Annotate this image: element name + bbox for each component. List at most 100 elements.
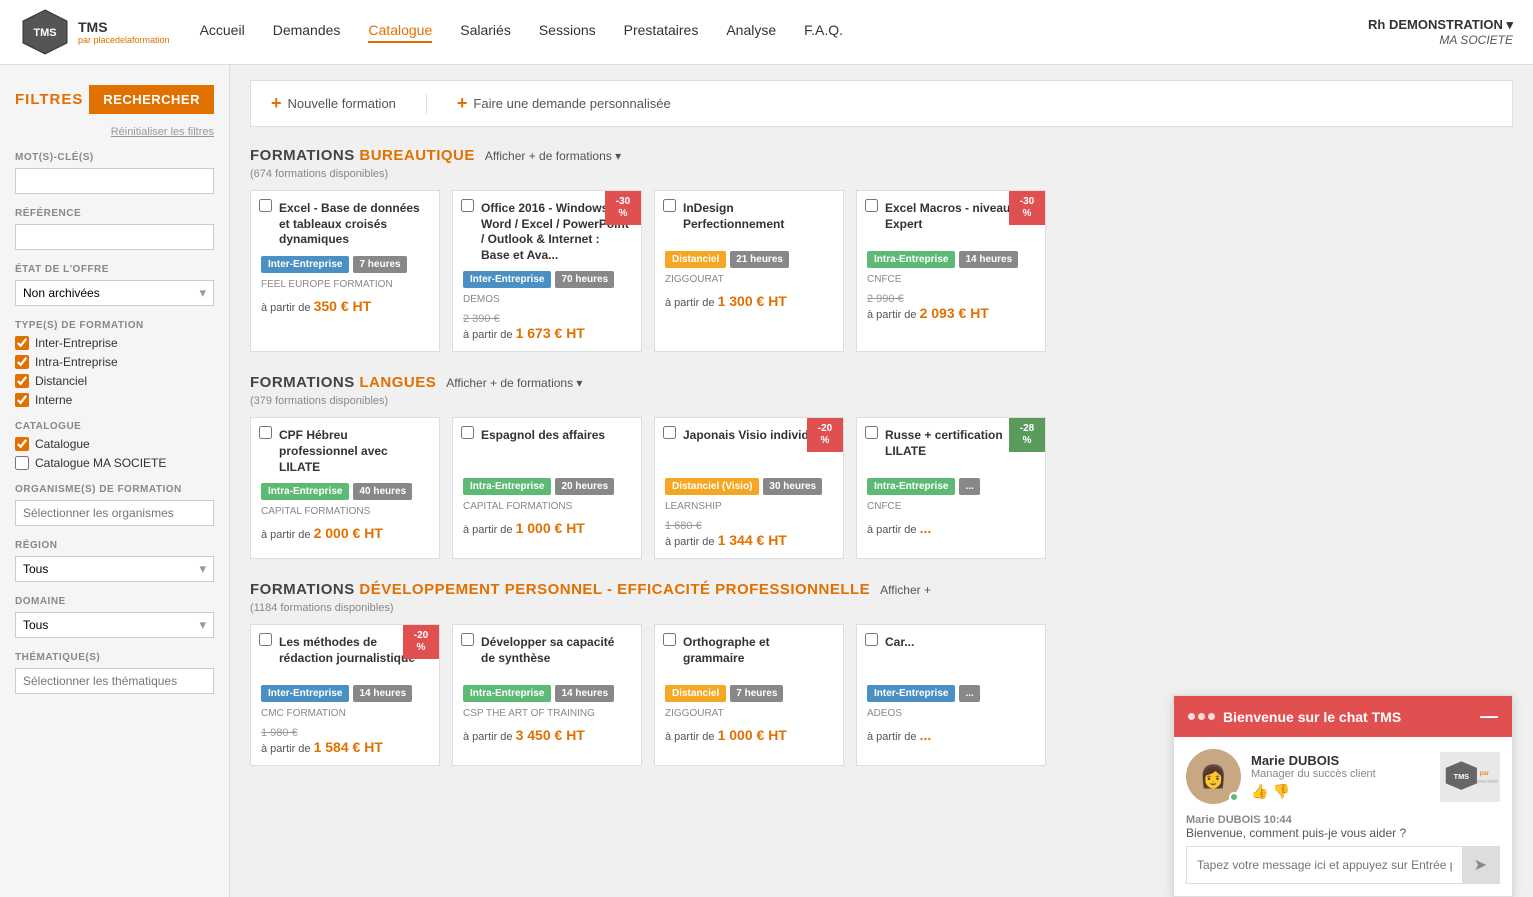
nav-sessions[interactable]: Sessions — [539, 22, 596, 43]
type-interne-checkbox[interactable] — [15, 393, 29, 407]
reference-label: RÉFÉRENCE — [15, 208, 214, 219]
chat-dot-3 — [1208, 713, 1215, 720]
card-indesign-title: InDesign Perfectionnement — [683, 201, 833, 243]
card-indesign-checkbox[interactable] — [663, 199, 676, 212]
card-synthese-badges: Intra-Entreprise 14 heures — [463, 685, 631, 702]
card-redaction-checkbox[interactable] — [259, 633, 272, 646]
region-select[interactable]: Tous — [15, 556, 214, 582]
card-orthographe-checkbox[interactable] — [663, 633, 676, 646]
nav-faq[interactable]: F.A.Q. — [804, 22, 843, 43]
card-provider: CNFCE — [867, 274, 1035, 285]
card-price: à partir de 3 450 € HT — [463, 727, 631, 743]
agent-role: Manager du succès client — [1251, 768, 1430, 780]
chat-input-row[interactable]: ➤ — [1186, 846, 1500, 884]
card-hebreu-checkbox[interactable] — [259, 426, 272, 439]
cat-catalogue-checkbox[interactable] — [15, 437, 29, 451]
card-excel-base-title: Excel - Base de données et tableaux croi… — [279, 201, 429, 248]
badge-hours: ... — [959, 685, 979, 702]
card-excel-macros[interactable]: -30% Excel Macros - niveau Expert Intra-… — [856, 190, 1046, 352]
card-synthese-title: Développer sa capacité de synthèse — [481, 635, 631, 677]
thumbs-up-icon[interactable]: 👍 — [1251, 783, 1268, 800]
thumbs-down-icon[interactable]: 👎 — [1272, 783, 1289, 800]
card-orthographe[interactable]: Orthographe et grammaire Distanciel 7 he… — [654, 624, 844, 766]
organismes-input[interactable] — [15, 500, 214, 526]
chat-dot-1 — [1188, 713, 1195, 720]
nav-prestataires[interactable]: Prestataires — [624, 22, 699, 43]
langues-count: (379 formations disponibles) — [250, 395, 1513, 407]
nouvelle-label: Nouvelle formation — [288, 96, 396, 111]
rechercher-button[interactable]: RECHERCHER — [89, 85, 214, 114]
reset-filters-link[interactable]: Réinitialiser les filtres — [15, 126, 214, 138]
card-indesign[interactable]: InDesign Perfectionnement Distanciel 21 … — [654, 190, 844, 352]
langues-more-link[interactable]: Afficher + de formations ▾ — [446, 376, 582, 390]
cat-masociete[interactable]: Catalogue MA SOCIETE — [15, 456, 214, 470]
card-provider: LEARNSHIP — [665, 501, 833, 512]
card-synthese[interactable]: Développer sa capacité de synthèse Intra… — [452, 624, 642, 766]
svg-text:TMS: TMS — [33, 27, 56, 39]
nav-analyse[interactable]: Analyse — [726, 22, 776, 43]
card-provider: CAPITAL FORMATIONS — [463, 501, 631, 512]
type-intra[interactable]: Intra-Entreprise — [15, 355, 214, 369]
nav-salaries[interactable]: Salariés — [460, 22, 511, 43]
card-russe-checkbox[interactable] — [865, 426, 878, 439]
card-russe[interactable]: -28% Russe + certification LILATE Intra-… — [856, 417, 1046, 559]
card-office2016[interactable]: -30% Office 2016 - Windows / Word / Exce… — [452, 190, 642, 352]
card-espagnol-checkbox[interactable] — [461, 426, 474, 439]
nav-demandes[interactable]: Demandes — [273, 22, 341, 43]
discount-badge: -28% — [1009, 418, 1045, 452]
domaine-select-wrap: Tous — [15, 612, 214, 638]
chat-widget: Bienvenue sur le chat TMS — 👩 Marie DUBO… — [1173, 695, 1513, 897]
chat-title: Bienvenue sur le chat TMS — [1223, 709, 1472, 725]
chat-minimize-button[interactable]: — — [1480, 706, 1498, 727]
logo-text: TMS — [78, 19, 170, 35]
card-office2016-checkbox[interactable] — [461, 199, 474, 212]
card-excel-base[interactable]: Excel - Base de données et tableaux croi… — [250, 190, 440, 352]
logo-area[interactable]: TMS TMS par placedelaformation — [20, 7, 170, 57]
card-car-checkbox[interactable] — [865, 633, 878, 646]
card-excel-base-checkbox[interactable] — [259, 199, 272, 212]
section-langues-title: FORMATIONS LANGUES — [250, 374, 436, 391]
card-japonais-checkbox[interactable] — [663, 426, 676, 439]
nav-links: Accueil Demandes Catalogue Salariés Sess… — [200, 22, 1368, 43]
langues-cards-row: CPF Hébreu professionnel avec LILATE Int… — [250, 417, 1513, 559]
card-japonais[interactable]: -20% Japonais Visio individuel Distancie… — [654, 417, 844, 559]
nouvelle-formation-btn[interactable]: + Nouvelle formation — [271, 93, 396, 114]
cat-masociete-checkbox[interactable] — [15, 456, 29, 470]
type-inter-checkbox[interactable] — [15, 336, 29, 350]
user-area[interactable]: Rh DEMONSTRATION ▾ MA SOCIETE — [1368, 17, 1513, 47]
card-synthese-checkbox[interactable] — [461, 633, 474, 646]
type-distanciel-checkbox[interactable] — [15, 374, 29, 388]
card-hebreu[interactable]: CPF Hébreu professionnel avec LILATE Int… — [250, 417, 440, 559]
card-redaction[interactable]: -20% Les méthodes de rédaction journalis… — [250, 624, 440, 766]
type-inter[interactable]: Inter-Entreprise — [15, 336, 214, 350]
bureautique-more-link[interactable]: Afficher + de formations ▾ — [485, 149, 621, 163]
type-interne[interactable]: Interne — [15, 393, 214, 407]
badge-hours: 21 heures — [730, 251, 789, 268]
agent-info: Marie DUBOIS Manager du succès client 👍 … — [1251, 753, 1430, 800]
demande-personnalisee-btn[interactable]: + Faire une demande personnalisée — [457, 93, 671, 114]
domaine-label: DOMAINE — [15, 596, 214, 607]
card-orthographe-badges: Distanciel 7 heures — [665, 685, 833, 702]
reference-input[interactable] — [15, 224, 214, 250]
chat-input[interactable] — [1187, 850, 1462, 880]
chat-send-button[interactable]: ➤ — [1462, 847, 1499, 883]
etat-offre-select[interactable]: Non archivées — [15, 280, 214, 306]
thematiques-input[interactable] — [15, 668, 214, 694]
type-distanciel[interactable]: Distanciel — [15, 374, 214, 388]
badge-inter: Inter-Entreprise — [463, 271, 551, 288]
card-excel-macros-checkbox[interactable] — [865, 199, 878, 212]
developpement-more-link[interactable]: Afficher + — [880, 583, 931, 597]
type-intra-checkbox[interactable] — [15, 355, 29, 369]
cat-catalogue[interactable]: Catalogue — [15, 437, 214, 451]
organismes-label: ORGANISME(S) DE FORMATION — [15, 484, 214, 495]
card-car[interactable]: Car... Inter-Entreprise ... ADEOS à part… — [856, 624, 1046, 766]
domaine-select[interactable]: Tous — [15, 612, 214, 638]
section-developpement-title: FORMATIONS DÉVELOPPEMENT PERSONNEL - EFF… — [250, 581, 870, 598]
mots-cles-section: MOT(S)-CLÉ(S) — [15, 152, 214, 194]
user-company: MA SOCIETE — [1368, 33, 1513, 47]
card-espagnol[interactable]: Espagnol des affaires Intra-Entreprise 2… — [452, 417, 642, 559]
mots-cles-input[interactable] — [15, 168, 214, 194]
badge-intra: Intra-Entreprise — [463, 478, 551, 495]
nav-accueil[interactable]: Accueil — [200, 22, 245, 43]
nav-catalogue[interactable]: Catalogue — [368, 22, 432, 43]
